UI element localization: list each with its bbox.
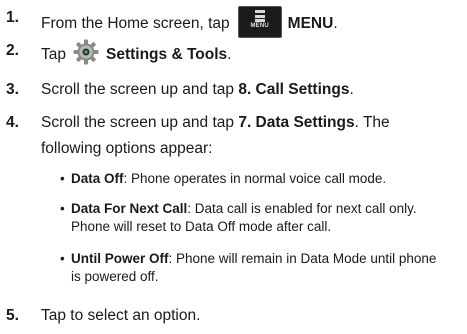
step-text: Scroll the screen up and tap [41, 114, 239, 131]
step-text: From the Home screen, tap [41, 15, 230, 33]
bullet-dot: • [60, 201, 65, 216]
settings-gear-icon [73, 39, 99, 65]
menu-icon: MENU [237, 6, 282, 38]
option-term: Data Off [71, 171, 124, 186]
step-number: 1. [6, 9, 19, 26]
step-text-continued: following options appear: [41, 140, 213, 157]
bullet-dot: • [60, 251, 65, 266]
step-bold-text: 7. Data Settings [238, 114, 355, 131]
step-text: Tap [41, 46, 66, 64]
option-term: Until Power Off [71, 251, 169, 266]
option-term: Data For Next Call [71, 201, 188, 216]
step-bold-text: MENU [287, 15, 334, 33]
step-number: 3. [6, 81, 19, 98]
menu-icon-label: MENU [250, 23, 269, 29]
step-text: Scroll the screen up and tap [41, 81, 239, 98]
step-number: 5. [6, 307, 19, 324]
option-description: : Phone operates in normal voice call mo… [123, 171, 387, 186]
step-number: 4. [6, 114, 19, 131]
step-text: Tap to select an option. [41, 307, 201, 324]
step-bold-text: 8. Call Settings [238, 81, 350, 98]
bullet-dot: • [60, 171, 65, 186]
step-bold-text: Settings & Tools [106, 46, 228, 64]
instruction-document: 1. From the Home screen, tap MENU MENU. 2.… [0, 0, 467, 334]
step-number: 2. [6, 42, 19, 59]
